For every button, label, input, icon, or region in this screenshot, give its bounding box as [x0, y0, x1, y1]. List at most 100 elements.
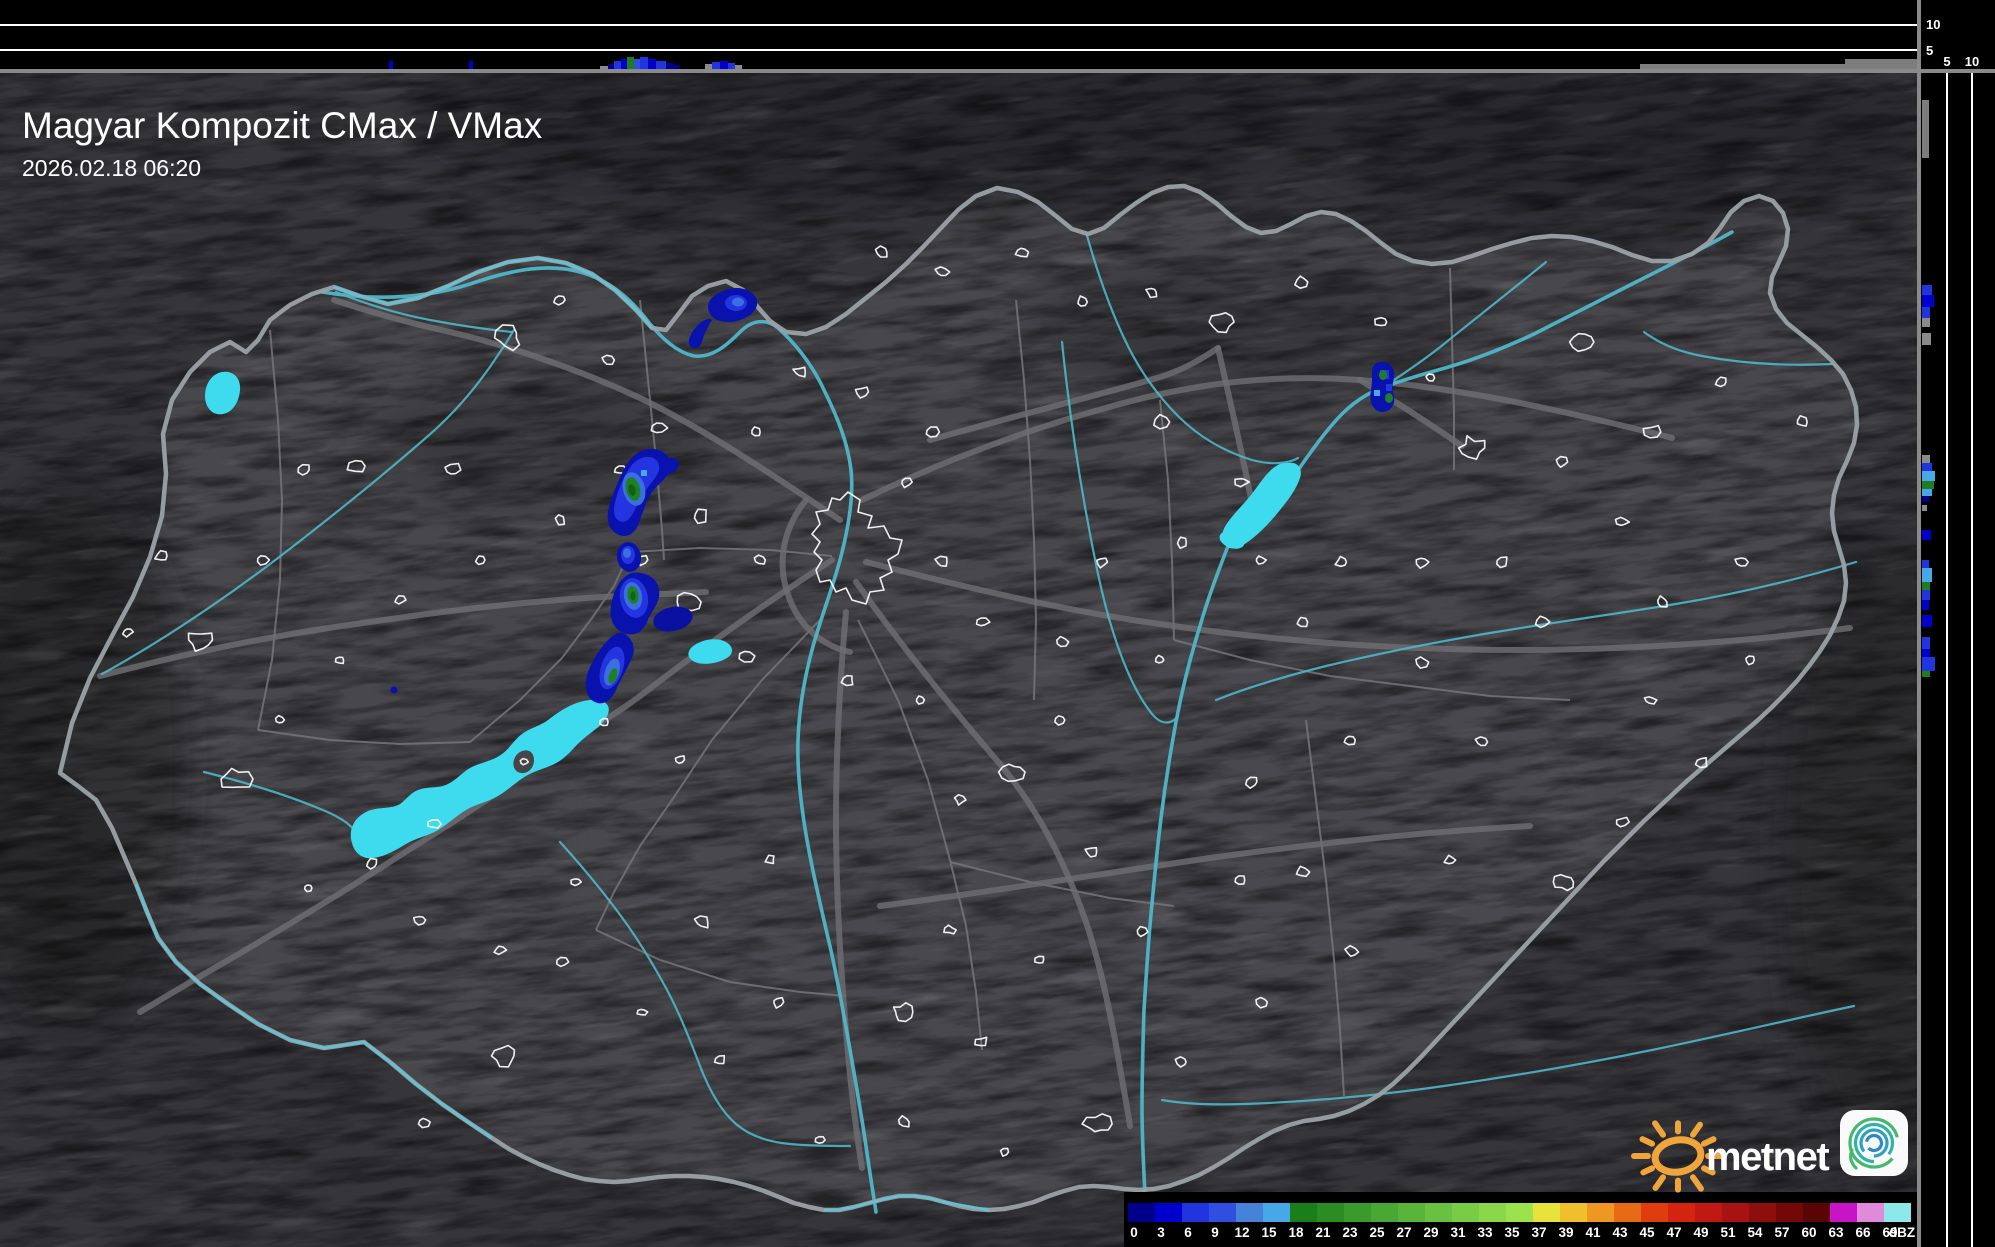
right-profile-bar — [1922, 489, 1932, 496]
radar-composite-screenshot: Magyar Kompozit CMax / VMax 2026.02.18 0… — [0, 0, 1995, 1247]
legend-label: 66 — [1855, 1225, 1871, 1240]
right-profile-bar — [1922, 568, 1932, 582]
legend-swatch — [1182, 1203, 1209, 1222]
top-profile-bar — [648, 59, 656, 69]
right-profile-bar — [1922, 471, 1935, 481]
right-profile-bar — [1922, 285, 1932, 295]
legend-label: 57 — [1774, 1225, 1789, 1240]
top-profile-bar — [608, 64, 614, 69]
horizontal-axis-line — [0, 69, 1995, 73]
legend-label: 25 — [1369, 1225, 1385, 1240]
profile-axis-corner: 10 5 5 10 — [1921, 0, 1995, 69]
legend-swatch — [1641, 1203, 1668, 1222]
vertical-axis-line — [1917, 0, 1921, 1247]
right-profile-bar — [1922, 590, 1930, 600]
right-profile-bar — [1922, 582, 1930, 590]
legend-label: 15 — [1261, 1225, 1277, 1240]
top-profile-strip — [0, 0, 1918, 69]
legend-swatch — [1803, 1203, 1830, 1222]
right-profile-bar — [1922, 530, 1931, 540]
timestamp: 2026.02.18 06:20 — [22, 155, 201, 181]
top-profile-bar — [627, 57, 634, 69]
right-profile-bar — [1922, 637, 1930, 649]
legend-label: 60 — [1801, 1225, 1816, 1240]
legend-swatch — [1344, 1203, 1371, 1222]
right-profile-bar — [1922, 463, 1932, 471]
top-profile-bar — [728, 63, 735, 69]
top-profile-bar — [656, 61, 666, 69]
legend-label: 43 — [1612, 1225, 1628, 1240]
right-profile-bar — [1922, 455, 1930, 463]
legend-label: 6 — [1184, 1225, 1192, 1240]
legend-label: 21 — [1315, 1225, 1331, 1240]
right-profile-bar — [1922, 671, 1930, 677]
legend-label: 31 — [1450, 1225, 1466, 1240]
legend-swatch — [1884, 1203, 1911, 1222]
right-profile-bar — [1922, 657, 1935, 671]
right-profile-bar — [1922, 318, 1930, 327]
top-profile-bar — [389, 61, 393, 69]
right-profile-strip — [1921, 73, 1995, 1247]
map-area: Magyar Kompozit CMax / VMax 2026.02.18 0… — [0, 73, 1917, 1247]
legend-label: 29 — [1423, 1225, 1438, 1240]
right-profile-bar — [1922, 560, 1929, 568]
right-profile-bar — [1922, 600, 1929, 610]
legend-swatch — [1209, 1203, 1236, 1222]
legend-swatch — [1236, 1203, 1263, 1222]
top-profile-bar — [666, 63, 674, 69]
legend-swatch — [1749, 1203, 1776, 1222]
legend-label: 45 — [1639, 1225, 1655, 1240]
legend-swatch — [1776, 1203, 1803, 1222]
legend-label: 41 — [1585, 1225, 1601, 1240]
legend-swatch — [1587, 1203, 1614, 1222]
legend-swatch — [1668, 1203, 1695, 1222]
legend-swatch — [1452, 1203, 1479, 1222]
legend-label: 27 — [1396, 1225, 1411, 1240]
legend-swatch — [1533, 1203, 1560, 1222]
top-profile-bar — [600, 66, 608, 69]
legend-label: 23 — [1342, 1225, 1358, 1240]
top-profile-bar — [1845, 59, 1918, 69]
top-profile-bar — [735, 65, 742, 69]
top-scale-label-5: 5 — [1926, 43, 1933, 58]
top-profile-bar — [634, 59, 640, 69]
legend-swatch — [1290, 1203, 1317, 1222]
top-profile-bar — [720, 61, 728, 69]
legend-swatch — [1317, 1203, 1344, 1222]
legend-swatch — [1263, 1203, 1290, 1222]
legend-label: 3 — [1157, 1225, 1165, 1240]
legend-label: 33 — [1477, 1225, 1493, 1240]
legend-swatch — [1560, 1203, 1587, 1222]
dbz-legend: 0 3 6 9 12 15 18 21 23 25 27 29 31 33 35 37 39 41 43 45 47 49… — [1124, 1192, 1917, 1247]
radar-echo-dot-west — [390, 686, 398, 694]
legend-unit: dBZ — [1889, 1225, 1915, 1240]
sun-ray — [1640, 1165, 1656, 1176]
sun-ray — [1639, 1136, 1656, 1147]
right-profile-bar — [1922, 615, 1932, 627]
right-profile-bar — [1922, 100, 1929, 158]
top-profile-bar — [705, 64, 712, 69]
legend-swatch — [1506, 1203, 1533, 1222]
legend-label: 63 — [1828, 1225, 1844, 1240]
top-profile-bar — [621, 59, 627, 69]
legend-color-scale — [1128, 1203, 1911, 1222]
top-profile-bg — [0, 0, 1917, 69]
legend-label: 54 — [1747, 1225, 1763, 1240]
legend-swatch — [1722, 1203, 1749, 1222]
legend-label: 51 — [1720, 1225, 1736, 1240]
top-profile-bar — [1640, 64, 1845, 69]
top-profile-bar — [614, 61, 621, 69]
legend-swatch — [1155, 1203, 1182, 1222]
top-profile-bar — [674, 65, 680, 69]
legend-label: 37 — [1531, 1225, 1546, 1240]
page-title: Magyar Kompozit CMax / VMax — [22, 105, 543, 146]
right-profile-bar — [1922, 295, 1934, 307]
right-profile-bar — [1922, 333, 1931, 345]
legend-label: 39 — [1558, 1225, 1573, 1240]
legend-swatch — [1614, 1203, 1641, 1222]
legend-label: 47 — [1666, 1225, 1681, 1240]
legend-label: 0 — [1130, 1225, 1138, 1240]
right-scale-label-5: 5 — [1943, 54, 1950, 69]
legend-value-labels: 0 3 6 9 12 15 18 21 23 25 27 29 31 33 35 37 39 41 43 45 47 49… — [1130, 1225, 1897, 1240]
legend-label: 49 — [1693, 1225, 1708, 1240]
